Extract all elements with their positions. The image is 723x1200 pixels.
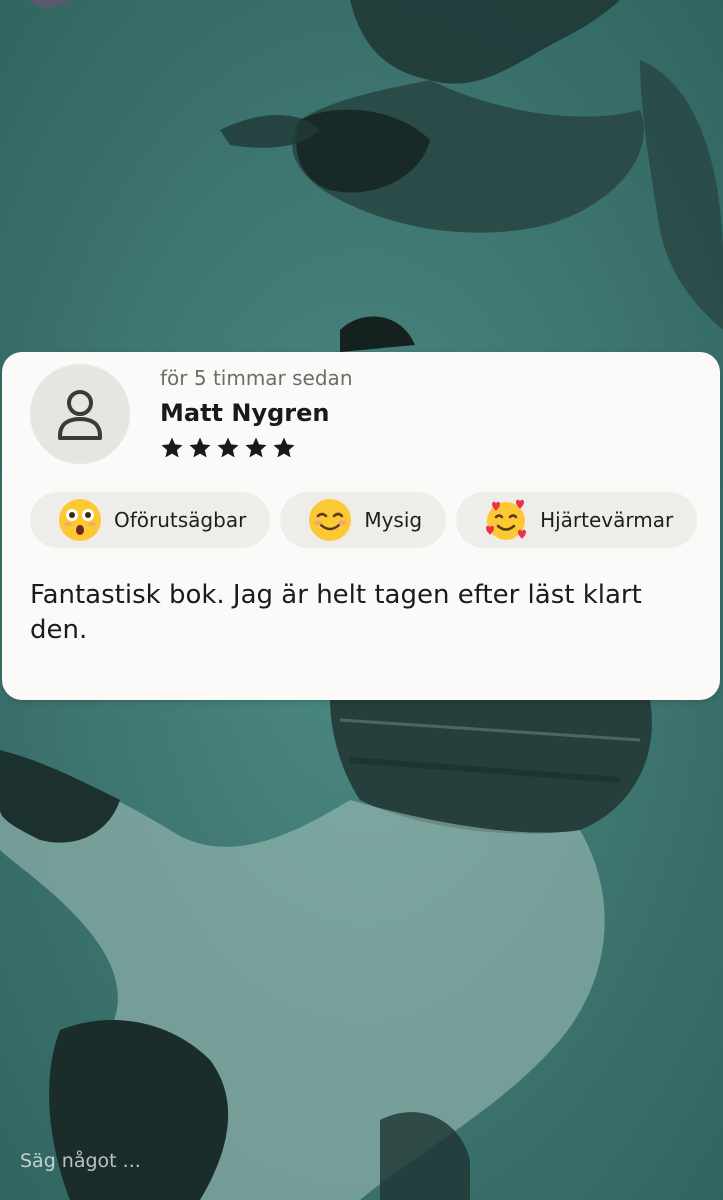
- astonished-face-icon: [59, 499, 101, 541]
- mood-tags: Oförutsägbar Mysig Hjärtevärmar: [30, 492, 698, 548]
- review-timestamp: för 5 timmar sedan: [160, 366, 353, 390]
- star-icon: [161, 437, 183, 458]
- comment-input[interactable]: Säg något ...: [20, 1150, 141, 1172]
- review-body: Fantastisk bok. Jag är helt tagen efter …: [30, 580, 642, 645]
- tag-chip-hjartevarmar[interactable]: Hjärtevärmar: [456, 492, 698, 548]
- tag-chip-oforutsagbar[interactable]: Oförutsägbar: [30, 492, 271, 548]
- star-icon: [189, 437, 211, 458]
- review-card: för 5 timmar sedan Matt Nygren Oförutsäg…: [2, 352, 720, 700]
- smiling-face-with-hearts-icon: [486, 499, 527, 540]
- star-rating: [160, 436, 353, 460]
- tag-label: Mysig: [364, 508, 423, 532]
- star-icon: [217, 437, 239, 458]
- star-icon: [245, 437, 267, 458]
- smiling-face-icon: [309, 499, 352, 541]
- user-icon: [58, 390, 102, 440]
- tag-chip-mysig[interactable]: Mysig: [280, 492, 447, 548]
- tag-label: Oförutsägbar: [114, 508, 247, 532]
- star-icon: [273, 437, 295, 458]
- tag-label: Hjärtevärmar: [540, 508, 674, 532]
- reviewer-avatar[interactable]: [30, 364, 130, 464]
- reviewer-name[interactable]: Matt Nygren: [160, 398, 353, 428]
